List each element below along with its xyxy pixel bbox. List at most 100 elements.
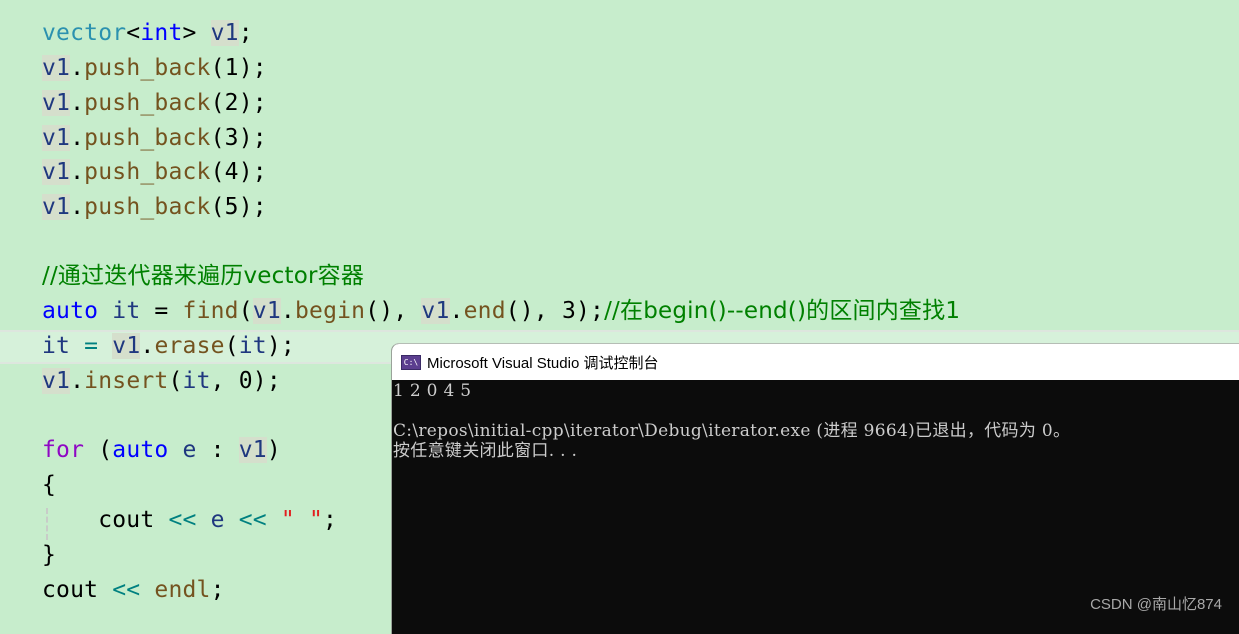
- punct-token: (: [84, 437, 113, 463]
- variable-token: e: [210, 507, 225, 533]
- punct-token: .: [280, 298, 295, 324]
- variable-token: it: [112, 298, 141, 324]
- punct-token: ): [266, 437, 281, 463]
- punct-token: :: [196, 437, 239, 463]
- function-token: end: [463, 298, 506, 324]
- code-line-4[interactable]: v1.push_back(3);: [42, 121, 267, 155]
- console-output-line: 按任意键关闭此窗口. . .: [393, 441, 578, 461]
- code-line-open-brace[interactable]: {: [42, 468, 56, 502]
- punct-token: );: [266, 333, 295, 359]
- keyword-token: auto: [42, 298, 99, 324]
- code-line-insert[interactable]: v1.insert(it, 0);: [42, 364, 281, 398]
- code-line-for[interactable]: for (auto e : v1): [42, 433, 281, 467]
- identifier-token: cout: [42, 577, 99, 603]
- punct-token: (),: [365, 298, 422, 324]
- debug-console-window[interactable]: C:\ Microsoft Visual Studio 调试控制台 1 2 0 …: [391, 343, 1239, 634]
- watermark: CSDN @南山忆874: [1090, 596, 1222, 613]
- punct-token: ;: [210, 577, 225, 603]
- code-line-comment[interactable]: //通过迭代器来遍历vector容器: [42, 259, 364, 293]
- comment-token: //在begin()--end()的区间内查找1: [604, 298, 961, 324]
- variable-token: v1: [238, 437, 267, 463]
- punct-token: (: [238, 298, 253, 324]
- brace-token: }: [42, 542, 57, 568]
- variable-token: v1: [252, 298, 281, 324]
- punct-token: .: [70, 194, 85, 220]
- variable-token: it: [182, 368, 211, 394]
- console-titlebar[interactable]: C:\ Microsoft Visual Studio 调试控制台: [392, 344, 1239, 380]
- variable-token: it: [238, 333, 267, 359]
- variable-token: v1: [42, 90, 71, 116]
- args-token: (), 3);: [505, 298, 605, 324]
- variable-token: it: [42, 333, 71, 359]
- function-token: push_back: [84, 90, 211, 116]
- code-line-5[interactable]: v1.push_back(4);: [42, 155, 267, 189]
- console-title: Microsoft Visual Studio 调试控制台: [427, 354, 659, 372]
- code-line-1[interactable]: vector<int> v1;: [42, 16, 253, 50]
- punct-token: .: [70, 90, 85, 116]
- args-token: (5);: [210, 194, 267, 220]
- function-token: erase: [154, 333, 225, 359]
- code-line-close-brace[interactable]: }: [42, 538, 56, 572]
- function-token: endl: [154, 577, 211, 603]
- punct-token: <: [126, 20, 141, 46]
- code-line-cout-endl[interactable]: cout << endl;: [42, 573, 225, 607]
- variable-token: e: [182, 437, 197, 463]
- args-token: (1);: [210, 55, 267, 81]
- function-token: insert: [84, 368, 169, 394]
- operator-token: <<: [224, 507, 281, 533]
- code-line-find[interactable]: auto it = find(v1.begin(), v1.end(), 3);…: [42, 294, 960, 328]
- punct-token: .: [70, 368, 85, 394]
- variable-token: v1: [42, 55, 71, 81]
- punct-token: ;: [238, 20, 253, 46]
- code-line-6[interactable]: v1.push_back(5);: [42, 190, 267, 224]
- code-line-3[interactable]: v1.push_back(2);: [42, 86, 267, 120]
- args-token: (2);: [210, 90, 267, 116]
- variable-token: v1: [42, 194, 71, 220]
- args-token: , 0);: [210, 368, 281, 394]
- console-output-line: C:\repos\initial-cpp\iterator\Debug\iter…: [393, 421, 1071, 441]
- control-keyword-token: for: [42, 437, 85, 463]
- operator-token: =: [70, 333, 113, 359]
- variable-token: v1: [42, 368, 71, 394]
- punct-token: .: [140, 333, 155, 359]
- variable-token: v1: [421, 298, 450, 324]
- operator-token: <<: [98, 577, 155, 603]
- args-token: (4);: [210, 159, 267, 185]
- variable-token: v1: [42, 125, 71, 151]
- function-token: begin: [294, 298, 366, 324]
- function-token: push_back: [84, 159, 211, 185]
- console-app-icon: C:\: [401, 354, 421, 370]
- console-output[interactable]: 1 2 0 4 5 C:\repos\initial-cpp\iterator\…: [392, 380, 1239, 461]
- code-line-erase[interactable]: it = v1.erase(it);: [42, 329, 295, 363]
- code-line-2[interactable]: v1.push_back(1);: [42, 51, 267, 85]
- function-token: find: [182, 298, 239, 324]
- keyword-token: int: [140, 20, 183, 46]
- function-token: push_back: [84, 194, 211, 220]
- punct-token: .: [449, 298, 464, 324]
- console-output-line: 1 2 0 4 5: [393, 381, 472, 401]
- operator-token: =: [140, 298, 183, 324]
- code-line-cout-e[interactable]: cout << e << " ";: [42, 503, 337, 537]
- string-token: " ": [280, 507, 324, 533]
- function-token: push_back: [84, 125, 211, 151]
- identifier-token: cout: [42, 507, 155, 533]
- variable-token: v1: [112, 333, 141, 359]
- args-token: (3);: [210, 125, 267, 151]
- punct-token: (: [168, 368, 183, 394]
- comment-token: //通过迭代器来遍历vector容器: [42, 263, 365, 289]
- punct-token: ;: [323, 507, 338, 533]
- function-token: push_back: [84, 55, 211, 81]
- type-token: vector: [42, 20, 127, 46]
- punct-token: .: [70, 125, 85, 151]
- punct-token: .: [70, 55, 85, 81]
- punct-token: (: [224, 333, 239, 359]
- brace-token: {: [42, 472, 57, 498]
- variable-token: v1: [210, 20, 239, 46]
- operator-token: <<: [154, 507, 211, 533]
- punct-token: .: [70, 159, 85, 185]
- keyword-token: auto: [112, 437, 169, 463]
- variable-token: v1: [42, 159, 71, 185]
